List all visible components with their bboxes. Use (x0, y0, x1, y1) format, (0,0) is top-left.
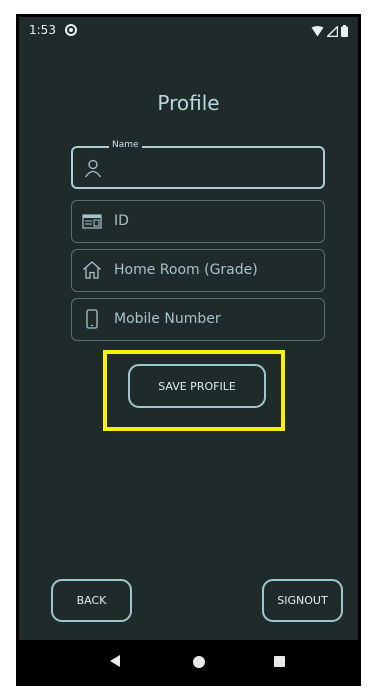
save-profile-button[interactable]: SAVE PROFILE (128, 364, 266, 408)
id-card-icon (82, 214, 102, 229)
name-field-label: Name (109, 140, 142, 150)
id-field-placeholder: ID (114, 213, 129, 229)
home-room-field-placeholder: Home Room (Grade) (114, 262, 258, 278)
home-room-field[interactable]: Home Room (Grade) (71, 249, 325, 292)
back-button[interactable]: BACK (51, 579, 132, 622)
battery-icon (341, 25, 348, 37)
target-icon (65, 24, 77, 36)
phone-icon (86, 309, 98, 329)
nav-recent-icon[interactable] (274, 656, 285, 667)
navigation-bar (19, 640, 358, 683)
house-icon (83, 261, 101, 279)
signal-icon (327, 25, 338, 37)
mobile-number-field[interactable]: Mobile Number (71, 298, 325, 341)
signout-button[interactable]: SIGNOUT (262, 579, 343, 622)
person-icon (84, 159, 102, 178)
status-time: 1:53 (29, 23, 56, 37)
status-indicators (311, 24, 348, 38)
nav-back-icon[interactable] (109, 654, 121, 668)
app-screen: 1:53 Profile Name ID Home Room (Grade) M… (19, 17, 358, 683)
name-field[interactable]: Name (71, 140, 325, 189)
wifi-icon (311, 25, 324, 36)
nav-home-icon[interactable] (193, 656, 205, 668)
status-bar: 1:53 (19, 17, 358, 47)
id-field[interactable]: ID (71, 200, 325, 243)
mobile-number-field-placeholder: Mobile Number (114, 311, 221, 327)
page-title: Profile (157, 91, 220, 115)
